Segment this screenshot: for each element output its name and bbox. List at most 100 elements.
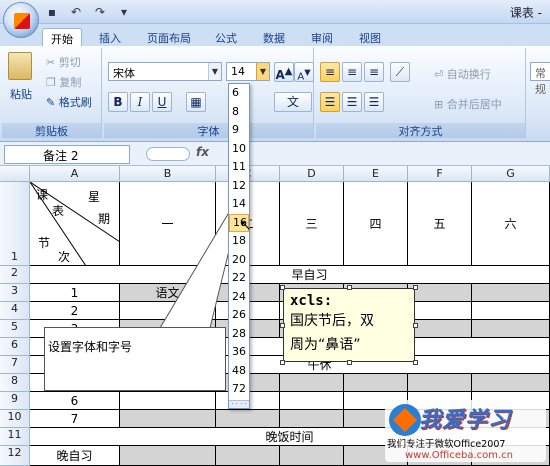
align-left-button[interactable]: ☰ [320, 92, 340, 112]
schedule-cell[interactable] [408, 302, 472, 320]
font-size-option[interactable]: 11 [229, 158, 249, 177]
font-size-option[interactable]: 8 [229, 103, 249, 122]
period-cell[interactable]: 1 [30, 284, 120, 302]
schedule-cell[interactable] [472, 302, 550, 320]
schedule-cell[interactable] [280, 374, 344, 392]
period-cell[interactable]: 7 [30, 410, 120, 428]
schedule-cell[interactable] [216, 446, 280, 466]
italic-button[interactable]: I [130, 92, 150, 112]
day-header-5[interactable]: 五 [408, 182, 472, 266]
schedule-cell-b3[interactable]: 语文 [120, 284, 216, 302]
resize-handle[interactable] [280, 360, 285, 365]
row-header-12[interactable]: 12 [0, 446, 30, 466]
row-header-1[interactable]: 1 [0, 182, 30, 266]
row-header-4[interactable]: 4 [0, 302, 30, 320]
orientation-button[interactable]: ⟋ [390, 62, 410, 82]
morning-study-row[interactable]: 早自习 [30, 266, 550, 284]
corner-header-cell[interactable]: 课 表 星 期 节 次 [30, 182, 120, 266]
merge-center-button[interactable]: ⊞ 合并后居中 [434, 96, 502, 112]
resize-grip-icon[interactable]: · · · · [229, 400, 249, 408]
copy-button[interactable]: ❐ 复制 [46, 74, 81, 90]
tab-review[interactable]: 审阅 [302, 28, 342, 46]
tab-view[interactable]: 视图 [350, 28, 390, 46]
row-header-10[interactable]: 10 [0, 410, 30, 428]
align-top-button[interactable]: ≡ [320, 62, 340, 82]
schedule-cell[interactable] [216, 410, 280, 428]
schedule-cell[interactable] [408, 374, 472, 392]
resize-handle[interactable] [413, 323, 418, 328]
column-header-d[interactable]: D [280, 166, 344, 182]
bold-button[interactable]: B [108, 92, 128, 112]
select-all-corner[interactable] [0, 166, 30, 182]
font-size-option[interactable]: 48 [229, 362, 249, 381]
font-size-option[interactable]: 14 [229, 195, 249, 214]
border-button[interactable]: ▦ [186, 92, 206, 112]
evening-study-cell[interactable]: 晚自习 [30, 446, 120, 466]
tab-insert[interactable]: 插入 [90, 28, 130, 46]
resize-handle[interactable] [280, 323, 285, 328]
row-header-3[interactable]: 3 [0, 284, 30, 302]
align-middle-button[interactable]: ≡ [342, 62, 362, 82]
resize-handle[interactable] [413, 360, 418, 365]
office-button[interactable] [3, 2, 39, 38]
font-size-option[interactable]: 20 [229, 251, 249, 270]
font-size-option[interactable]: 26 [229, 306, 249, 325]
grow-font-button[interactable]: A▲ [274, 62, 294, 82]
day-header-4[interactable]: 四 [344, 182, 408, 266]
formula-expand-pill[interactable] [146, 147, 190, 161]
schedule-cell[interactable] [472, 374, 550, 392]
day-header-3[interactable]: 三 [280, 182, 344, 266]
cell-comment[interactable]: xcls: 国庆节后，双 周为“鼻语” [283, 288, 415, 362]
row-header-6[interactable]: 6 [0, 338, 30, 356]
font-size-option[interactable]: 12 [229, 177, 249, 196]
font-size-option[interactable]: 10 [229, 140, 249, 159]
cut-button[interactable]: ✂ 剪切 [46, 54, 81, 70]
font-size-option[interactable]: 9 [229, 121, 249, 140]
tab-data[interactable]: 数据 [254, 28, 294, 46]
font-size-option[interactable]: 22 [229, 269, 249, 288]
column-header-g[interactable]: G [472, 166, 550, 182]
font-name-combo[interactable]: 宋体 ▼ [108, 62, 222, 81]
schedule-cell[interactable] [280, 410, 344, 428]
schedule-cell[interactable] [120, 446, 216, 466]
column-header-f[interactable]: F [408, 166, 472, 182]
font-size-option[interactable]: 28 [229, 325, 249, 344]
font-size-option[interactable]: 18 [229, 232, 249, 251]
name-box[interactable]: 备注 2 [4, 145, 130, 164]
save-icon[interactable]: ▪ [44, 4, 60, 20]
resize-handle[interactable] [413, 285, 418, 290]
schedule-cell[interactable] [120, 392, 216, 410]
schedule-cell[interactable] [472, 284, 550, 302]
underline-button[interactable]: U [152, 92, 172, 112]
align-center-button[interactable]: ☰ [342, 92, 362, 112]
font-size-dropdown[interactable]: 6 8 9 10 11 12 14 16 18 20 22 24 26 28 3… [228, 83, 250, 409]
period-cell[interactable]: 6 [30, 392, 120, 410]
align-right-button[interactable]: ☰ [364, 92, 384, 112]
font-size-option[interactable]: 6 [229, 84, 249, 103]
number-format-combo[interactable]: 常规 [530, 62, 550, 96]
resize-handle[interactable] [347, 285, 352, 290]
tab-formulas[interactable]: 公式 [206, 28, 246, 46]
schedule-cell[interactable] [280, 446, 344, 466]
tab-home[interactable]: 开始 [42, 28, 82, 46]
customize-icon[interactable]: ▾ [116, 4, 132, 20]
wrap-text-button[interactable]: ⏎ 自动换行 [434, 66, 491, 82]
shrink-font-button[interactable]: A▼ [294, 62, 314, 82]
paste-button[interactable]: 粘贴 [10, 86, 32, 102]
font-size-combo[interactable]: 14 ▼ [226, 62, 270, 81]
schedule-cell[interactable] [120, 302, 216, 320]
column-header-b[interactable]: B [120, 166, 216, 182]
chevron-down-icon[interactable]: ▼ [256, 63, 269, 80]
font-size-option[interactable]: 24 [229, 288, 249, 307]
row-header-5[interactable]: 5 [0, 320, 30, 338]
column-header-e[interactable]: E [344, 166, 408, 182]
schedule-cell[interactable] [344, 374, 408, 392]
row-header-8[interactable]: 8 [0, 374, 30, 392]
day-header-1[interactable]: 一 [120, 182, 216, 266]
schedule-cell[interactable] [472, 320, 550, 338]
resize-handle[interactable] [347, 360, 352, 365]
schedule-cell[interactable] [280, 392, 344, 410]
chevron-down-icon[interactable]: ▼ [208, 63, 221, 80]
phonetic-button[interactable]: 文 [274, 92, 312, 112]
schedule-cell[interactable] [120, 410, 216, 428]
